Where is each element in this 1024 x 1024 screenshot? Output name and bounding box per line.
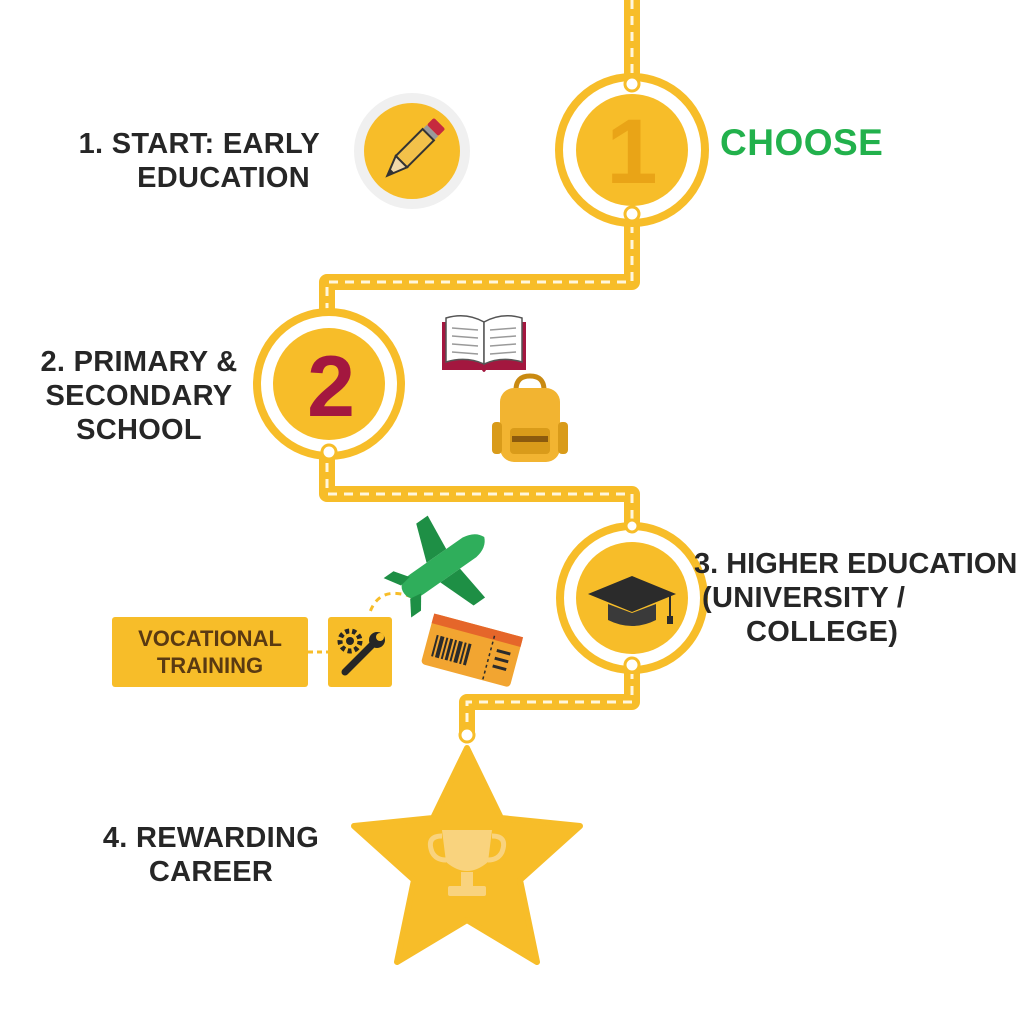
step-2-label: 2. PRIMARY & SECONDARY SCHOOL bbox=[40, 346, 238, 446]
vocational-line-1: VOCATIONAL bbox=[138, 626, 282, 651]
step-3-label: 3. HIGHER EDUCATION (UNIVERSITY / COLLEG… bbox=[694, 548, 1018, 648]
step-1-node: 1 bbox=[555, 73, 709, 227]
backpack-icon bbox=[492, 373, 568, 462]
pencil-icon bbox=[354, 93, 470, 209]
open-book-icon bbox=[442, 315, 526, 372]
gear-wrench-icon bbox=[328, 617, 392, 687]
step-1-label: 1. START: EARLY EDUCATION bbox=[78, 128, 320, 194]
step-4-label: 4. REWARDING CAREER bbox=[102, 822, 320, 888]
step-2-node: 2 bbox=[253, 308, 405, 461]
step-1-number: 1 bbox=[606, 101, 657, 203]
vocational-line-2: TRAINING bbox=[156, 652, 264, 678]
ticket-icon bbox=[421, 613, 524, 687]
vocational-training-box: VOCATIONAL TRAINING bbox=[112, 617, 308, 687]
choose-label: CHOOSE bbox=[720, 122, 884, 163]
step-2-number: 2 bbox=[307, 339, 355, 435]
